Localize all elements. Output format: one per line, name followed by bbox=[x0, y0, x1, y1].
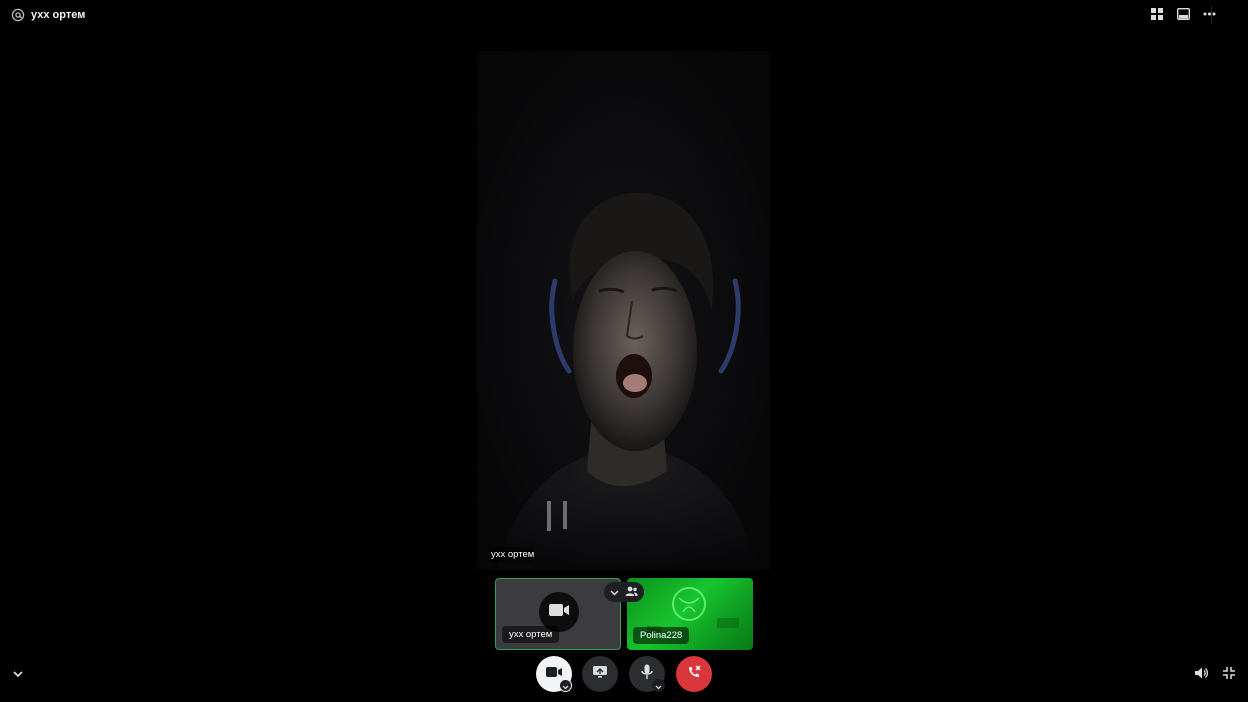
footer-actions bbox=[1194, 666, 1236, 680]
screen-share-icon bbox=[592, 665, 608, 684]
camera-options-chevron[interactable] bbox=[559, 679, 572, 692]
main-video-stream[interactable]: ухх ортем bbox=[477, 51, 770, 570]
call-controls bbox=[0, 656, 1248, 692]
microphone-icon bbox=[641, 664, 653, 685]
top-bar: ухх ортем bbox=[0, 0, 1248, 32]
phone-hangup-icon bbox=[686, 664, 702, 685]
users-icon[interactable] bbox=[625, 583, 638, 601]
page-title: ухх ортем bbox=[31, 9, 86, 21]
exit-fullscreen-icon[interactable] bbox=[1222, 666, 1236, 680]
participant-name-label: Polina228 bbox=[633, 627, 690, 644]
at-icon bbox=[11, 8, 25, 22]
chevron-down-icon bbox=[655, 677, 662, 695]
collapse-chevron-icon[interactable] bbox=[11, 667, 25, 681]
chevron-down-icon[interactable] bbox=[610, 583, 619, 601]
screen-share-button[interactable] bbox=[582, 656, 618, 692]
end-call-button[interactable] bbox=[676, 656, 712, 692]
main-video-name-label: ухх ортем bbox=[491, 547, 535, 562]
microphone-options-chevron[interactable] bbox=[652, 679, 665, 692]
participant-tile-polina[interactable]: Polina228 bbox=[627, 578, 753, 650]
video-frame-person bbox=[497, 192, 757, 570]
participant-name-label: ухх ортем bbox=[502, 626, 560, 643]
tile-options-pill[interactable] bbox=[604, 582, 644, 602]
chevron-down-icon bbox=[562, 677, 569, 695]
top-divider bbox=[1211, 6, 1212, 24]
video-camera-icon bbox=[549, 603, 569, 622]
grid-layout-icon[interactable] bbox=[1150, 7, 1164, 21]
more-icon[interactable] bbox=[1202, 7, 1216, 21]
popout-icon[interactable] bbox=[1176, 7, 1190, 21]
participant-tile-self[interactable]: ухх ортем bbox=[495, 578, 621, 650]
top-actions bbox=[1150, 7, 1216, 21]
call-title-area: ухх ортем bbox=[11, 8, 85, 22]
volume-icon[interactable] bbox=[1194, 666, 1208, 680]
